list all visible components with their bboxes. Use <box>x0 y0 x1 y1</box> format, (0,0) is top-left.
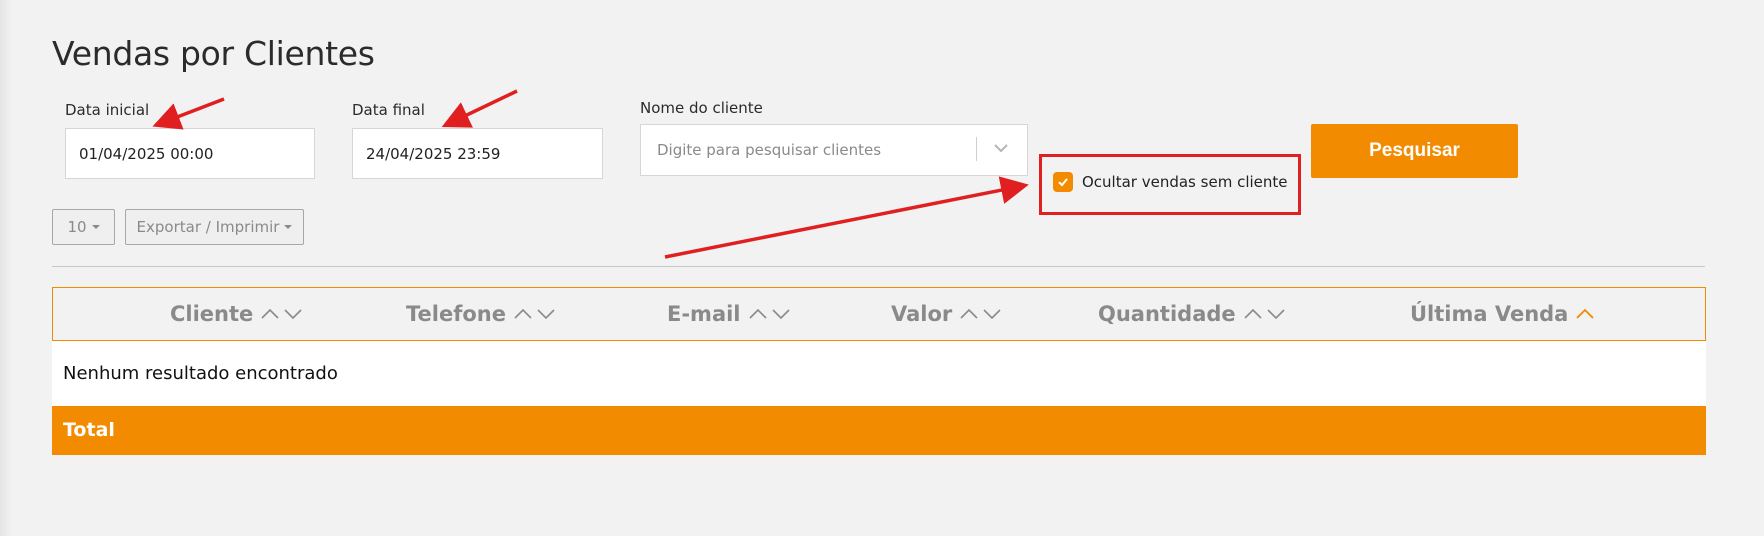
hide-no-client-label[interactable]: Ocultar vendas sem cliente <box>1082 173 1288 191</box>
sort-arrows-icon[interactable] <box>958 305 1004 323</box>
arrow-to-checkbox <box>664 176 1029 259</box>
end-date-label: Data final <box>352 101 425 119</box>
sort-arrows-icon[interactable] <box>512 305 558 323</box>
client-search-select[interactable]: Digite para pesquisar clientes <box>640 124 1028 176</box>
column-header-quantidade[interactable]: Quantidade <box>1098 288 1288 340</box>
column-header-telefone[interactable]: Telefone <box>406 288 558 340</box>
start-date-value: 01/04/2025 00:00 <box>79 144 214 163</box>
column-header-email[interactable]: E-mail <box>667 288 793 340</box>
table-header: Cliente Telefone E-mail Valor Quantidade… <box>52 287 1706 341</box>
sort-arrows-icon[interactable] <box>747 305 793 323</box>
export-print-dropdown[interactable]: Exportar / Imprimir <box>125 209 304 245</box>
search-button[interactable]: Pesquisar <box>1311 124 1518 178</box>
end-date-value: 24/04/2025 23:59 <box>366 144 501 163</box>
column-label: Valor <box>891 302 953 326</box>
total-label: Total <box>63 419 115 441</box>
sort-arrows-icon[interactable] <box>259 305 305 323</box>
arrow-to-start-date <box>152 97 225 130</box>
column-label: Cliente <box>170 302 254 326</box>
page-size-value: 10 <box>67 218 87 236</box>
caret-down-icon <box>284 225 293 229</box>
table-total-row: Total <box>52 406 1706 455</box>
client-name-label: Nome do cliente <box>640 99 763 117</box>
column-header-cliente[interactable]: Cliente <box>170 288 305 340</box>
export-print-label: Exportar / Imprimir <box>136 218 280 236</box>
empty-message: Nenhum resultado encontrado <box>63 363 338 384</box>
column-label: Telefone <box>406 302 506 326</box>
page-title: Vendas por Clientes <box>52 34 375 73</box>
chevron-down-icon[interactable] <box>993 140 1009 156</box>
start-date-label: Data inicial <box>65 101 150 119</box>
divider <box>52 266 1705 267</box>
column-label: E-mail <box>667 302 741 326</box>
caret-down-icon <box>91 225 100 229</box>
start-date-input[interactable]: 01/04/2025 00:00 <box>65 128 315 179</box>
sort-ascending-icon[interactable] <box>1574 305 1598 323</box>
column-header-valor[interactable]: Valor <box>891 288 1004 340</box>
column-label: Última Venda <box>1410 302 1569 326</box>
column-header-ultima-venda[interactable]: Última Venda <box>1410 288 1598 340</box>
end-date-input[interactable]: 24/04/2025 23:59 <box>352 128 603 179</box>
arrow-to-end-date <box>441 89 518 128</box>
select-separator <box>976 137 977 161</box>
hide-no-client-checkbox[interactable] <box>1053 172 1073 192</box>
page-size-dropdown[interactable]: 10 <box>52 209 115 245</box>
page-edge-shade <box>0 0 12 536</box>
annotation-arrows <box>152 89 1029 259</box>
sort-arrows-icon[interactable] <box>1242 305 1288 323</box>
client-search-placeholder: Digite para pesquisar clientes <box>657 141 882 159</box>
table-row-empty: Nenhum resultado encontrado <box>52 341 1706 406</box>
column-label: Quantidade <box>1098 302 1236 326</box>
check-icon <box>1058 178 1068 187</box>
